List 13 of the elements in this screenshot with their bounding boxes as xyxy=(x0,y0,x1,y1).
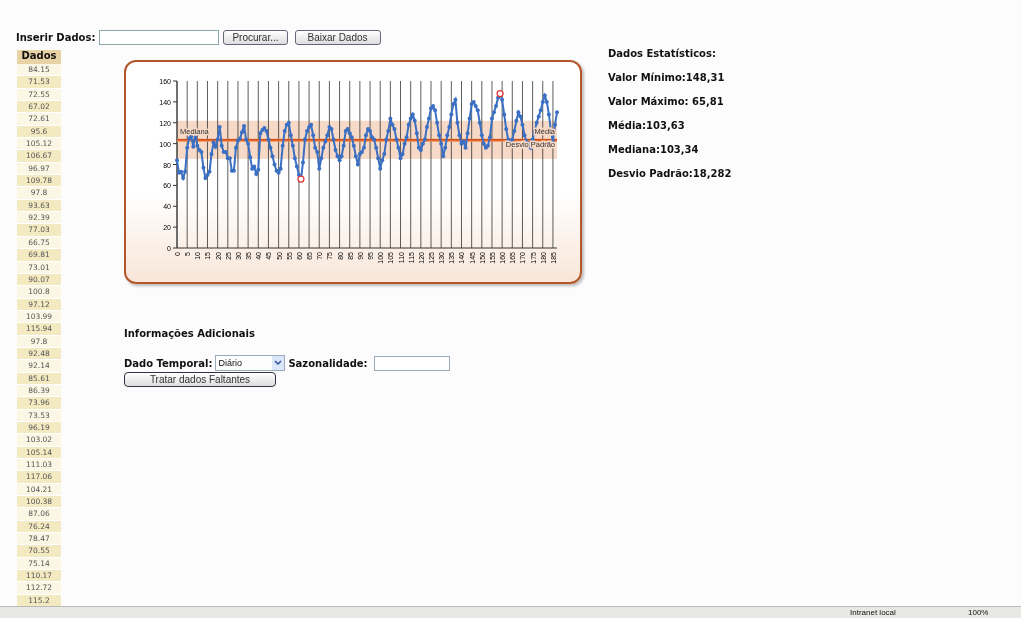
table-header: Dados xyxy=(17,50,61,64)
section-title: Informações Adicionais xyxy=(124,328,256,339)
stat-value: Mediana:103,34 xyxy=(608,144,700,155)
stat-value: Média:103,63 xyxy=(608,120,686,131)
stat-value: Desvio Padrão:18,282 xyxy=(608,168,732,179)
zoom-level-text: 100% xyxy=(968,608,989,617)
upload-label: Inserir Dados: xyxy=(16,31,96,43)
security-zone-text: Intranet local xyxy=(850,608,896,617)
seasonality-label: Sazonalidade: xyxy=(288,357,368,369)
stat-value: Valor Mínimo:148,31 xyxy=(608,72,726,83)
stats-title: Dados Estatísticos: xyxy=(608,48,717,59)
temporal-label: Dado Temporal: xyxy=(124,357,213,369)
stat-value: Valor Máximo: 65,81 xyxy=(608,96,725,107)
